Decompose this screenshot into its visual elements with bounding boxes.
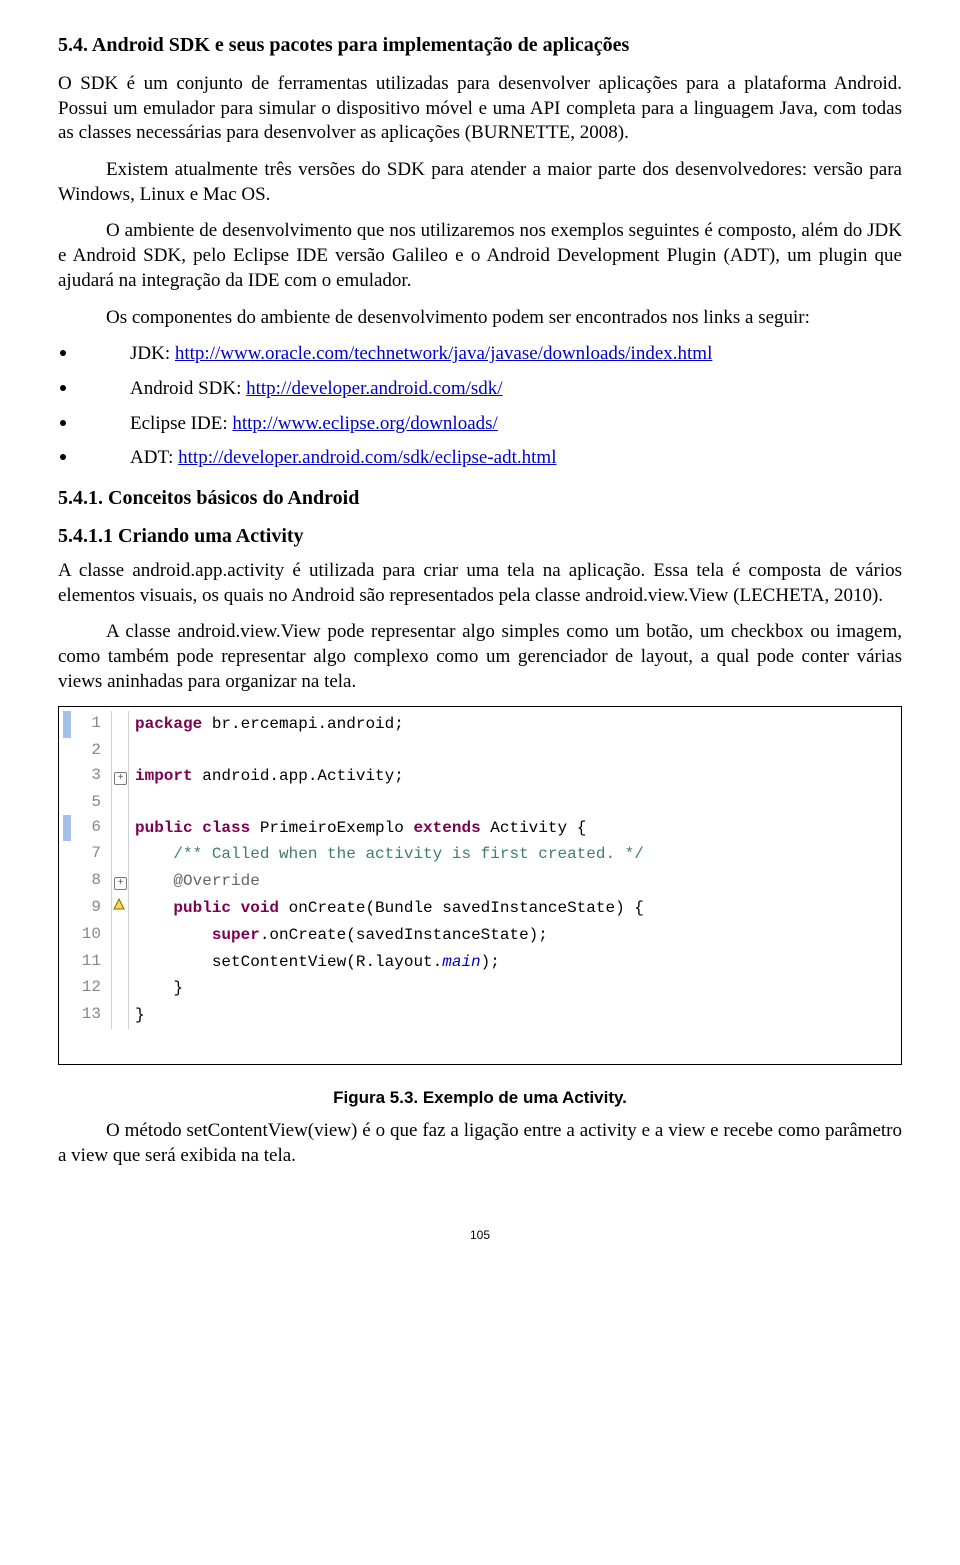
line-number: 3: [71, 763, 112, 790]
list-item: JDK: http://www.oracle.com/technetwork/j…: [58, 342, 902, 367]
code-line: import android.app.Activity;: [129, 763, 898, 790]
fold-gutter: [112, 922, 129, 949]
fold-gutter: [112, 841, 129, 868]
line-number: 12: [71, 975, 112, 1002]
line-number: 5: [71, 790, 112, 815]
change-marker: [63, 790, 71, 815]
change-marker: [63, 815, 71, 842]
fold-gutter: [112, 975, 129, 1002]
fold-gutter: [112, 949, 129, 976]
fold-gutter: [112, 1002, 129, 1029]
change-marker: [63, 922, 71, 949]
code-line: /** Called when the activity is first cr…: [129, 841, 898, 868]
line-number: 13: [71, 1002, 112, 1029]
line-number: 2: [71, 738, 112, 763]
adt-link[interactable]: http://developer.android.com/sdk/eclipse…: [178, 447, 556, 468]
link-list: JDK: http://www.oracle.com/technetwork/j…: [58, 342, 902, 471]
code-line: }: [129, 975, 898, 1002]
paragraph: A classe android.view.View pode represen…: [58, 620, 902, 694]
code-line: }: [129, 1002, 898, 1029]
line-number: 7: [71, 841, 112, 868]
code-line: public class PrimeiroExemplo extends Act…: [129, 815, 898, 842]
line-number: 6: [71, 815, 112, 842]
paragraph: O ambiente de desenvolvimento que nos ut…: [58, 219, 902, 293]
list-item: Eclipse IDE: http://www.eclipse.org/down…: [58, 412, 902, 437]
change-marker: [63, 763, 71, 790]
heading-5-4-1: 5.4.1. Conceitos básicos do Android: [58, 485, 902, 511]
line-number: 1: [71, 711, 112, 738]
paragraph: O SDK é um conjunto de ferramentas utili…: [58, 72, 902, 146]
fold-gutter: [112, 738, 129, 763]
warning-icon: [113, 898, 125, 910]
list-item: Android SDK: http://developer.android.co…: [58, 377, 902, 402]
fold-expand-icon[interactable]: +: [114, 772, 127, 785]
figure-caption: Figura 5.3. Exemplo de uma Activity.: [58, 1087, 902, 1109]
code-line: setContentView(R.layout.main);: [129, 949, 898, 976]
fold-expand-icon[interactable]: +: [114, 877, 127, 890]
change-marker: [63, 868, 71, 895]
change-marker: [63, 949, 71, 976]
fold-gutter: [112, 895, 129, 922]
line-number: 10: [71, 922, 112, 949]
heading-5-4-1-1: 5.4.1.1 Criando uma Activity: [58, 523, 902, 549]
code-line: [129, 790, 898, 815]
code-line: public void onCreate(Bundle savedInstanc…: [129, 895, 898, 922]
line-number: 9: [71, 895, 112, 922]
list-item: ADT: http://developer.android.com/sdk/ec…: [58, 446, 902, 471]
code-line: package br.ercemapi.android;: [129, 711, 898, 738]
change-marker: [63, 895, 71, 922]
fold-gutter: +: [112, 868, 129, 895]
change-marker: [63, 738, 71, 763]
link-label: Eclipse IDE:: [130, 413, 232, 434]
jdk-link[interactable]: http://www.oracle.com/technetwork/java/j…: [175, 343, 712, 364]
fold-gutter: [112, 711, 129, 738]
paragraph: Os componentes do ambiente de desenvolvi…: [58, 306, 902, 331]
code-editor: 1package br.ercemapi.android;23+import a…: [63, 711, 897, 1029]
fold-gutter: [112, 815, 129, 842]
fold-gutter: +: [112, 763, 129, 790]
page-number: 105: [58, 1228, 902, 1244]
change-marker: [63, 841, 71, 868]
line-number: 8: [71, 868, 112, 895]
change-marker: [63, 1002, 71, 1029]
fold-gutter: [112, 790, 129, 815]
code-line: super.onCreate(savedInstanceState);: [129, 922, 898, 949]
change-marker: [63, 975, 71, 1002]
code-line: [129, 738, 898, 763]
line-number: 11: [71, 949, 112, 976]
eclipse-link[interactable]: http://www.eclipse.org/downloads/: [232, 413, 497, 434]
heading-5-4: 5.4. Android SDK e seus pacotes para imp…: [58, 32, 902, 58]
link-label: ADT:: [130, 447, 178, 468]
paragraph: Existem atualmente três versões do SDK p…: [58, 158, 902, 207]
code-line: @Override: [129, 868, 898, 895]
android-sdk-link[interactable]: http://developer.android.com/sdk/: [246, 378, 502, 399]
change-marker: [63, 711, 71, 738]
paragraph: A classe android.app.activity é utilizad…: [58, 559, 902, 608]
paragraph: O método setContentView(view) é o que fa…: [58, 1119, 902, 1168]
link-label: JDK:: [130, 343, 175, 364]
link-label: Android SDK:: [130, 378, 246, 399]
code-figure: 1package br.ercemapi.android;23+import a…: [58, 706, 902, 1065]
